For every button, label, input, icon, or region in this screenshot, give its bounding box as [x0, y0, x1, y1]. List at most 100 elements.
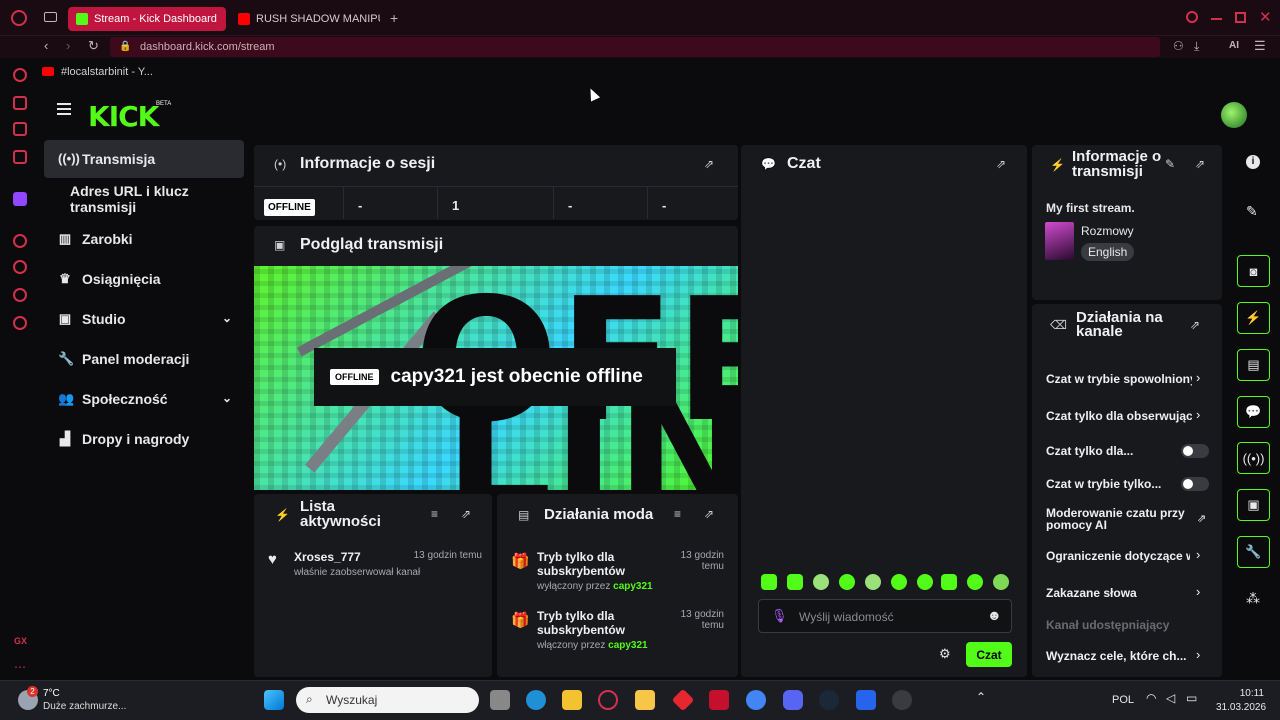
- sidebar-item-spolecznosc[interactable]: 👥 Społeczność ⌄: [44, 380, 244, 418]
- account-icon[interactable]: ⚇: [1173, 39, 1184, 53]
- sidebar-item-transmisja[interactable]: ((•)) Transmisja: [44, 140, 244, 178]
- popout-icon[interactable]: ⇗: [996, 157, 1006, 171]
- camera-tool-button[interactable]: ◙: [1237, 255, 1270, 287]
- file-explorer-icon[interactable]: [635, 690, 655, 710]
- emote-icon[interactable]: [839, 574, 855, 590]
- emote-icon[interactable]: [787, 574, 803, 590]
- category-name[interactable]: Rozmowy: [1081, 224, 1134, 238]
- bookmark-link[interactable]: #localstarbinit - Y...: [61, 66, 153, 78]
- filter-icon[interactable]: ≡: [674, 507, 681, 521]
- clock-time[interactable]: 10:11: [1228, 688, 1264, 699]
- emote-icon[interactable]: [891, 574, 907, 590]
- popout-icon[interactable]: ⇗: [461, 507, 471, 521]
- tab-kick-dashboard[interactable]: Stream - Kick Dashboard: [68, 7, 226, 31]
- sidebar-item-zarobki[interactable]: ▥ Zarobki: [44, 220, 244, 258]
- broadcast-tool-button[interactable]: ((•)): [1237, 442, 1270, 474]
- steam-icon[interactable]: [819, 690, 839, 710]
- action-slow-mode[interactable]: Czat w trybie spowolnionym: [1046, 372, 1192, 386]
- sidebar-item-studio[interactable]: ▣ Studio ⌄: [44, 300, 244, 338]
- info-icon[interactable]: i: [1246, 155, 1260, 169]
- store-icon[interactable]: [562, 690, 582, 710]
- action-set-goals[interactable]: Wyznacz cele, które ch...: [1046, 649, 1190, 663]
- notes-tool-button[interactable]: ▤: [1237, 349, 1270, 381]
- obs-icon[interactable]: [892, 690, 912, 710]
- download-icon[interactable]: ⤓: [1194, 39, 1199, 54]
- action-banned-words[interactable]: Zakazane słowa: [1046, 586, 1216, 600]
- volume-icon[interactable]: ◁: [1166, 691, 1175, 705]
- tray-chevron-up-icon[interactable]: ⌃: [976, 690, 986, 704]
- aria-icon[interactable]: [13, 68, 27, 82]
- battery-icon[interactable]: ▭: [1186, 691, 1197, 705]
- ai-button[interactable]: AI: [1229, 40, 1239, 51]
- action-followers-only[interactable]: Czat tylko dla obserwujących: [1046, 409, 1192, 423]
- popout-icon[interactable]: ⇗: [704, 507, 714, 521]
- more-icon[interactable]: ⋯: [14, 660, 26, 674]
- chevron-right-icon[interactable]: ›: [1196, 547, 1200, 562]
- url-field[interactable]: 🔒 dashboard.kick.com/stream: [110, 37, 1160, 57]
- close-icon[interactable]: ✕: [1259, 8, 1272, 26]
- workspaces-icon[interactable]: [44, 12, 57, 22]
- back-icon[interactable]: ‹: [44, 38, 48, 53]
- activity-user[interactable]: Xroses_777: [294, 550, 361, 564]
- action-ai-moderation[interactable]: Moderowanie czatu przy pomocy AI: [1046, 507, 1186, 531]
- tab-youtube[interactable]: RUSH SHADOW MANIPUL: [230, 7, 380, 31]
- emote-icon[interactable]: [917, 574, 933, 590]
- popout-icon[interactable]: ⇗: [1195, 157, 1205, 171]
- messenger-icon[interactable]: [13, 150, 27, 164]
- send-chat-button[interactable]: Czat: [966, 642, 1012, 667]
- reload-icon[interactable]: ↻: [88, 38, 99, 54]
- windows-start-icon[interactable]: [264, 690, 284, 710]
- external-link-icon[interactable]: ⇗: [1197, 512, 1206, 525]
- chevron-right-icon[interactable]: ›: [1196, 407, 1200, 422]
- weather-temp[interactable]: 7°C: [43, 688, 60, 699]
- emote-only-toggle[interactable]: [1181, 477, 1209, 491]
- chevron-right-icon[interactable]: ›: [1196, 647, 1200, 662]
- sidebar-item-stream-key[interactable]: Adres URL i klucz transmisji: [44, 180, 254, 218]
- new-tab-button[interactable]: +: [390, 10, 398, 26]
- avatar[interactable]: [1221, 102, 1247, 128]
- emoji-icon[interactable]: ☻: [987, 607, 1002, 623]
- history-icon[interactable]: [13, 260, 27, 274]
- search-tabs-icon[interactable]: [1186, 11, 1198, 23]
- chevron-right-icon[interactable]: ›: [1196, 584, 1200, 599]
- sidebar-item-panel-moderacji[interactable]: 🔧 Panel moderacji: [44, 340, 244, 378]
- popout-icon[interactable]: ⇗: [704, 157, 714, 171]
- community-icon[interactable]: ⁂: [1246, 590, 1260, 607]
- microphone-icon[interactable]: 🎙: [771, 608, 788, 624]
- emote-icon[interactable]: [967, 574, 983, 590]
- input-language[interactable]: POL: [1112, 694, 1134, 706]
- subscribers-only-toggle[interactable]: [1181, 444, 1209, 458]
- popout-icon[interactable]: ⇗: [1190, 318, 1200, 332]
- task-view-icon[interactable]: [490, 690, 510, 710]
- kick-logo[interactable]: KICK: [88, 100, 159, 133]
- sidebar-item-osiagniecia[interactable]: ♛ Osiągnięcia: [44, 260, 244, 298]
- settings-icon[interactable]: [13, 316, 27, 330]
- emote-icon[interactable]: [761, 574, 777, 590]
- pencil-icon[interactable]: ✎: [1246, 203, 1258, 220]
- hamburger-menu-icon[interactable]: [57, 108, 71, 110]
- edit-icon[interactable]: ✎: [1165, 157, 1175, 171]
- roblox-icon[interactable]: [856, 690, 876, 710]
- chat-tool-button[interactable]: 💬: [1237, 396, 1270, 428]
- twitch-icon[interactable]: [13, 192, 27, 206]
- maximize-icon[interactable]: [1235, 12, 1246, 23]
- category-thumbnail[interactable]: [1045, 222, 1074, 260]
- discord-icon[interactable]: [783, 690, 803, 710]
- extensions-icon[interactable]: [13, 288, 27, 302]
- filter-icon[interactable]: ≡: [431, 507, 438, 521]
- emote-icon[interactable]: [993, 574, 1009, 590]
- minimize-icon[interactable]: [1211, 18, 1222, 20]
- forward-icon[interactable]: ›: [66, 38, 70, 53]
- opera-logo-icon[interactable]: [11, 10, 27, 26]
- pinboard-icon[interactable]: [13, 122, 27, 136]
- wifi-icon[interactable]: ◠: [1146, 691, 1156, 705]
- chrome-icon[interactable]: [746, 690, 766, 710]
- gear-icon[interactable]: ⚙: [939, 646, 951, 662]
- mcafee-icon[interactable]: [709, 690, 729, 710]
- layout-tool-button[interactable]: ▣: [1237, 489, 1270, 521]
- opera-gx-taskbar-icon[interactable]: [598, 690, 618, 710]
- emote-icon[interactable]: [813, 574, 829, 590]
- chevron-right-icon[interactable]: ›: [1196, 370, 1200, 385]
- taskbar-search-input[interactable]: ⌕ Wyszukaj: [296, 687, 479, 713]
- sidebar-item-dropy[interactable]: ▟ Dropy i nagrody: [44, 420, 244, 458]
